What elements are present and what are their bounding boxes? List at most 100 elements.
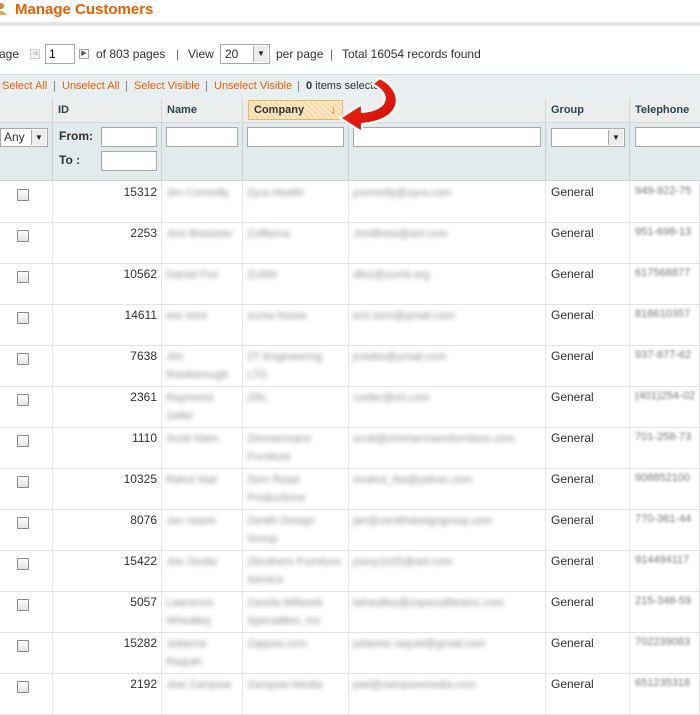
row-checkbox[interactable] xyxy=(17,517,29,529)
table-cell xyxy=(0,427,53,468)
row-checkbox[interactable] xyxy=(17,681,29,693)
cell-company: Zbrothers Furniture Service xyxy=(247,556,342,586)
cell-id: 5057 xyxy=(130,595,157,609)
column-header-group[interactable]: Group xyxy=(546,98,630,122)
cell-company: ZUMII xyxy=(247,269,277,281)
from-label: From: xyxy=(59,129,93,143)
filter-massaction: Any ▼ xyxy=(0,123,53,180)
prev-page-button[interactable]: ◀ xyxy=(30,49,40,59)
telephone-filter-input[interactable] xyxy=(635,127,700,147)
header-divider xyxy=(0,22,700,26)
unselect-all-link[interactable]: Unselect All xyxy=(62,75,119,97)
cell-group: General xyxy=(551,554,594,568)
cell-name: Joe Zeolla xyxy=(166,556,217,568)
separator: | xyxy=(176,47,180,61)
to-label: To : xyxy=(59,153,81,167)
table-cell xyxy=(0,509,53,550)
cell-telephone: (401)254-02 xyxy=(635,390,695,402)
page-input[interactable] xyxy=(45,44,75,64)
cell-telephone: 702239083 xyxy=(635,636,691,648)
cell-id: 2192 xyxy=(130,677,157,691)
row-checkbox[interactable] xyxy=(17,189,29,201)
cell-group: General xyxy=(551,513,594,527)
table-row[interactable]: 7638 Jim Rowborough ZT Engineering LTD jrow… xyxy=(0,345,700,387)
cell-company: Zappos.com xyxy=(247,638,308,650)
cell-company: Zyra Health xyxy=(247,187,304,199)
cell-id: 2361 xyxy=(130,390,157,404)
table-cell xyxy=(0,632,53,673)
table-row[interactable]: 10562 Daniel Fox ZUMII dfox@zumii.org Genera… xyxy=(0,263,700,305)
cell-name: Rahul Nair xyxy=(166,474,218,486)
id-from-input[interactable] xyxy=(101,127,157,147)
cell-name: Lawrence Whealley xyxy=(166,597,214,627)
row-checkbox[interactable] xyxy=(17,599,29,611)
cell-id: 2253 xyxy=(130,226,157,240)
chevron-down-icon: ▼ xyxy=(31,130,46,145)
table-row[interactable]: 8076 Jan reavis Zenith Design Group jan@zen… xyxy=(0,509,700,551)
cell-group: General xyxy=(551,349,594,363)
table-row[interactable]: 2361 Raymond Zeller ZRL rzeller@zrl.com Gene… xyxy=(0,386,700,428)
table-cell xyxy=(0,263,53,304)
column-header-name[interactable]: Name xyxy=(162,98,243,122)
unselect-visible-link[interactable]: Unselect Visible xyxy=(214,75,292,97)
cell-id: 8076 xyxy=(130,513,157,527)
of-pages-text: of 803 pages xyxy=(96,47,166,61)
per-page-select[interactable]: 20 ▼ xyxy=(220,44,270,64)
cell-telephone: 701-258-73 xyxy=(635,431,692,443)
row-checkbox[interactable] xyxy=(17,312,29,324)
separator: | xyxy=(205,80,208,92)
select-all-link[interactable]: Select All xyxy=(2,75,47,97)
select-visible-link[interactable]: Select Visible xyxy=(134,75,200,97)
table-cell xyxy=(0,591,53,632)
cell-email: lwhealley@zspecialtiesinc.com xyxy=(353,597,505,609)
row-checkbox[interactable] xyxy=(17,271,29,283)
row-checkbox[interactable] xyxy=(17,230,29,242)
row-checkbox[interactable] xyxy=(17,558,29,570)
massaction-filter-select[interactable]: Any ▼ xyxy=(0,128,48,147)
filter-id: From: To : xyxy=(53,123,162,180)
table-row[interactable]: 2253 Joni Brewster Zulflorna JoniBrew@aol.c… xyxy=(0,222,700,264)
cell-group: General xyxy=(551,636,594,650)
cell-name: Joel Zampow xyxy=(166,679,232,691)
table-cell xyxy=(0,345,53,386)
customers-icon xyxy=(0,3,7,15)
table-cell xyxy=(0,181,53,222)
row-checkbox[interactable] xyxy=(17,353,29,365)
cell-email: dfox@zumii.org xyxy=(353,269,430,281)
annotation-arrow xyxy=(338,76,398,134)
table-row[interactable]: 1110 Scott Klein Zimmermans Furniture scott… xyxy=(0,427,700,469)
table-row[interactable]: 15422 Joe Zeolla Zbrothers Furniture Servi… xyxy=(0,550,700,592)
cell-name: Daniel Fox xyxy=(166,269,219,281)
name-filter-input[interactable] xyxy=(166,127,238,147)
column-header-id[interactable]: ID xyxy=(53,98,162,122)
row-checkbox[interactable] xyxy=(17,435,29,447)
table-row[interactable]: 14611 eric lomi zuma house eric.lomi@ymail.… xyxy=(0,304,700,346)
filter-group: ▼ xyxy=(546,123,630,180)
table-cell xyxy=(0,386,53,427)
table-row[interactable]: 2192 Joel Zampow Zampow Media joel@zampowme… xyxy=(0,673,700,715)
row-checkbox[interactable] xyxy=(17,394,29,406)
cell-company: zuma house xyxy=(247,310,307,322)
cell-name: eric lomi xyxy=(166,310,207,322)
table-cell xyxy=(0,304,53,345)
cell-company: ZRL xyxy=(247,392,268,404)
group-filter-select[interactable]: ▼ xyxy=(551,128,625,147)
cell-id: 15422 xyxy=(123,554,157,568)
table-row[interactable]: 15312 Jim Connolly Zyra Health jconnolly@zy… xyxy=(0,181,700,223)
cell-telephone: 937-877-62 xyxy=(635,349,692,361)
company-header-label: Company xyxy=(254,104,305,116)
column-header-telephone[interactable]: Telephone xyxy=(630,98,700,122)
id-to-input[interactable] xyxy=(101,151,157,171)
cell-id: 15312 xyxy=(123,185,157,199)
row-checkbox[interactable] xyxy=(17,476,29,488)
cell-company: Zenith Design Group xyxy=(247,515,315,545)
separator: | xyxy=(53,80,56,92)
row-checkbox[interactable] xyxy=(17,640,29,652)
table-row[interactable]: 15282 Julianne Raquel Zappos.com julianne.r… xyxy=(0,632,700,674)
table-row[interactable]: 5057 Lawrence Whealley Zavela Millwork Spe… xyxy=(0,591,700,633)
cell-email: joel@zampowmedia.com xyxy=(353,679,477,691)
cell-group: General xyxy=(551,185,594,199)
table-row[interactable]: 10325 Rahul Nair Zero Road Productions mrah… xyxy=(0,468,700,510)
cell-id: 15282 xyxy=(123,636,157,650)
next-page-button[interactable]: ▶ xyxy=(79,49,89,59)
